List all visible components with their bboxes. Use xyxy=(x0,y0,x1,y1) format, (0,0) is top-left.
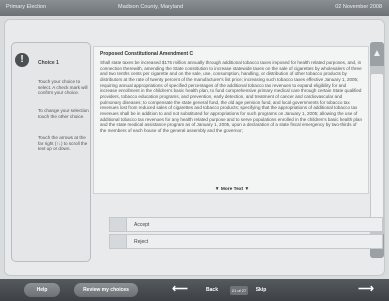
ballot-panel: ! Choice 1 Touch your choice to select. … xyxy=(4,19,385,276)
election-date: 02 November 2008 xyxy=(335,4,382,10)
page-counter: 21 of 27 xyxy=(230,286,248,295)
reject-checkbox[interactable] xyxy=(109,234,127,249)
accept-checkbox[interactable] xyxy=(109,217,127,232)
bottom-bar: Help Review my choices ⟵ Back 21 of 27 S… xyxy=(0,279,389,301)
accept-option[interactable]: Accept xyxy=(109,217,383,232)
amendment-text-box: Proposed Constitutional Amendment C Shal… xyxy=(93,46,369,194)
instruction-scroll: Touch the arrows at the far right (↑↓) t… xyxy=(38,135,88,152)
review-choices-button[interactable]: Review my choices xyxy=(74,283,138,297)
instruction-panel: ! Choice 1 Touch your choice to select. … xyxy=(11,42,91,262)
skip-button[interactable]: Skip xyxy=(251,283,271,297)
county-name: Madison County, Maryland xyxy=(118,4,184,10)
top-bar: Primary Election Madison County, Marylan… xyxy=(0,0,389,16)
choice-label: Choice 1 xyxy=(38,60,59,66)
back-button[interactable]: Back xyxy=(199,283,225,297)
election-name: Primary Election xyxy=(6,4,47,10)
instruction-select: Touch your choice to select. A check mar… xyxy=(38,79,88,96)
help-button[interactable]: Help xyxy=(24,283,60,297)
amendment-title: Proposed Constitutional Amendment C xyxy=(100,51,194,57)
amendment-text: Shall state taxes be increased $175 mill… xyxy=(100,60,362,133)
back-arrow-icon[interactable]: ⟵ xyxy=(166,283,194,297)
accept-label: Accept xyxy=(134,222,150,228)
reject-label: Reject xyxy=(134,239,149,245)
reject-option[interactable]: Reject xyxy=(109,234,383,249)
exclamation-icon: ! xyxy=(15,53,29,67)
instruction-change: To change your selection touch the other… xyxy=(38,108,89,119)
more-text-indicator[interactable]: ▼ More Text ▼ xyxy=(94,187,370,192)
next-arrow-icon[interactable]: ⟶ xyxy=(352,283,380,297)
scroll-up-arrow-icon[interactable]: ▲ xyxy=(370,42,384,66)
scroll-thumb[interactable] xyxy=(371,74,383,224)
